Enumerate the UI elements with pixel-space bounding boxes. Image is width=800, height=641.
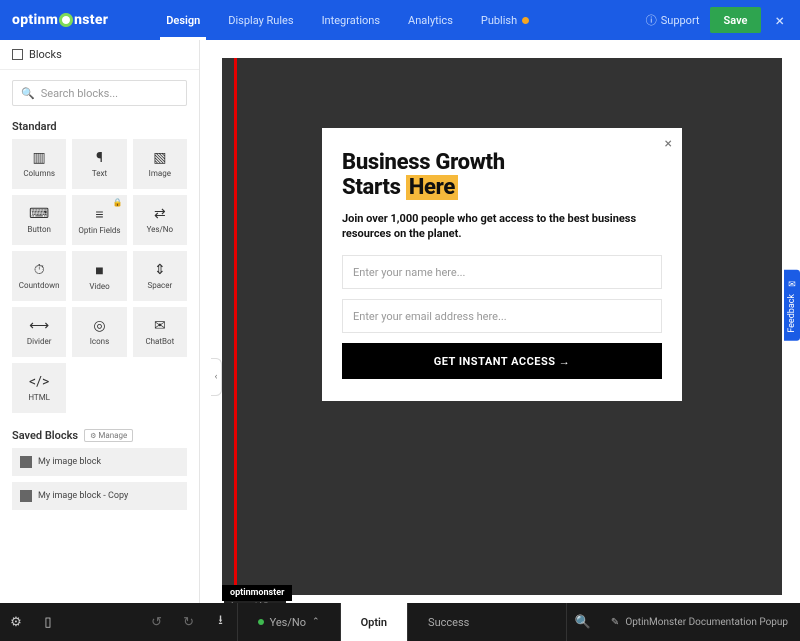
tab-display-rules[interactable]: Display Rules bbox=[214, 0, 307, 40]
campaign-name[interactable]: ✎ OptinMonster Documentation Popup bbox=[599, 617, 800, 628]
blocks-label: Blocks bbox=[29, 48, 62, 61]
block-image[interactable]: ▧Image bbox=[133, 139, 187, 189]
settings-button[interactable]: ⚙ bbox=[0, 603, 32, 641]
canvas-stage[interactable]: ‹ × Business Growth Starts Here Join ove… bbox=[222, 58, 782, 595]
import-view-button[interactable]: ⭳ bbox=[205, 603, 237, 641]
block-yesno[interactable]: ⇄Yes/No bbox=[133, 195, 187, 245]
status-dot-icon bbox=[258, 619, 264, 625]
block-video[interactable]: ■Video bbox=[72, 251, 126, 301]
saved-blocks-title: Saved Blocks ⚙ Manage bbox=[0, 421, 199, 448]
close-editor-button[interactable]: × bbox=[771, 11, 788, 30]
save-button[interactable]: Save bbox=[710, 7, 762, 33]
gear-icon: ⚙ bbox=[10, 615, 22, 630]
chevron-up-icon: ⌃ bbox=[312, 617, 320, 627]
powered-by-badge[interactable]: optinmonster bbox=[222, 585, 292, 601]
lock-icon: 🔒 bbox=[113, 198, 123, 207]
text-icon: ¶ bbox=[96, 150, 103, 166]
blocks-header: Blocks bbox=[0, 40, 199, 70]
bottom-bar: ⚙ ▯ ↺ ↻ ⭳ Yes/No ⌃ Optin Success 🔍 ✎ Opt… bbox=[0, 603, 800, 641]
icons-icon: ◎ bbox=[93, 318, 105, 334]
monster-icon bbox=[59, 13, 73, 27]
tab-integrations[interactable]: Integrations bbox=[308, 0, 394, 40]
feedback-icon: ✉ bbox=[787, 278, 797, 288]
html-icon: </> bbox=[29, 374, 49, 390]
search-placeholder: Search blocks... bbox=[41, 87, 118, 100]
name-input[interactable]: Enter your name here... bbox=[342, 255, 662, 289]
top-bar: optinmnster Design Display Rules Integra… bbox=[0, 0, 800, 40]
block-icons[interactable]: ◎Icons bbox=[72, 307, 126, 357]
collapse-sidebar-handle[interactable]: ‹ bbox=[211, 358, 222, 396]
video-icon: ■ bbox=[95, 262, 103, 279]
block-countdown[interactable]: ⏱Countdown bbox=[12, 251, 66, 301]
search-icon: 🔍 bbox=[575, 615, 591, 630]
redo-button[interactable]: ↻ bbox=[173, 603, 205, 641]
search-input[interactable]: 🔍 Search blocks... bbox=[12, 80, 187, 106]
chatbot-icon: ✉ bbox=[154, 318, 166, 334]
redo-icon: ↻ bbox=[183, 615, 194, 630]
block-divider[interactable]: ⟷Divider bbox=[12, 307, 66, 357]
thumb-icon bbox=[20, 490, 32, 502]
top-nav: Design Display Rules Integrations Analyt… bbox=[152, 0, 543, 40]
block-text[interactable]: ¶Text bbox=[72, 139, 126, 189]
import-icon: ⭳ bbox=[218, 611, 223, 633]
countdown-icon: ⏱ bbox=[34, 262, 45, 278]
popup-close-icon[interactable]: × bbox=[665, 136, 672, 152]
tab-publish[interactable]: Publish bbox=[467, 0, 543, 40]
spacer-icon: ⇕ bbox=[154, 262, 166, 278]
yesno-icon: ⇄ bbox=[154, 206, 166, 222]
block-spacer[interactable]: ⇕Spacer bbox=[133, 251, 187, 301]
tab-design[interactable]: Design bbox=[152, 0, 214, 40]
annotation-arrow: Import View bbox=[234, 58, 237, 595]
undo-icon: ↺ bbox=[151, 615, 162, 630]
tab-analytics[interactable]: Analytics bbox=[394, 0, 467, 40]
block-button[interactable]: ⌨Button bbox=[12, 195, 66, 245]
divider-icon: ⟷ bbox=[29, 318, 49, 334]
manage-saved-button[interactable]: ⚙ Manage bbox=[84, 429, 133, 442]
brand-logo: optinmnster bbox=[0, 12, 120, 28]
feedback-tab[interactable]: Feedback ✉ bbox=[784, 270, 800, 341]
image-icon: ▧ bbox=[153, 150, 166, 166]
publish-badge-icon bbox=[522, 17, 529, 24]
columns-icon: ▥ bbox=[33, 150, 46, 166]
popup-subheading[interactable]: Join over 1,000 people who get access to… bbox=[342, 211, 662, 242]
block-columns[interactable]: ▥Columns bbox=[12, 139, 66, 189]
blocks-icon bbox=[12, 49, 23, 60]
support-label: Support bbox=[661, 14, 700, 27]
view-tab-optin[interactable]: Optin bbox=[340, 603, 407, 641]
cta-button[interactable]: GET INSTANT ACCESS → bbox=[342, 343, 662, 379]
support-link[interactable]: ⓘ Support bbox=[646, 12, 700, 28]
saved-block-item[interactable]: My image block bbox=[12, 448, 187, 476]
thumb-icon bbox=[20, 456, 32, 468]
saved-block-item[interactable]: My image block - Copy bbox=[12, 482, 187, 510]
canvas: ‹ × Business Growth Starts Here Join ove… bbox=[200, 40, 800, 603]
view-tab-success[interactable]: Success bbox=[407, 603, 489, 641]
mobile-icon: ▯ bbox=[44, 615, 51, 630]
popup-heading[interactable]: Business Growth Starts Here bbox=[342, 150, 662, 201]
block-chatbot[interactable]: ✉ChatBot bbox=[133, 307, 187, 357]
email-input[interactable]: Enter your email address here... bbox=[342, 299, 662, 333]
standard-section-title: Standard bbox=[0, 112, 199, 139]
sidebar: Blocks 🔍 Search blocks... Standard ▥Colu… bbox=[0, 40, 200, 603]
search-templates-button[interactable]: 🔍 bbox=[567, 615, 599, 630]
help-icon: ⓘ bbox=[646, 12, 657, 28]
mobile-preview-button[interactable]: ▯ bbox=[32, 603, 64, 641]
block-optin-fields[interactable]: 🔒≡Optin Fields bbox=[72, 195, 126, 245]
optin-fields-icon: ≡ bbox=[95, 206, 103, 223]
button-icon: ⌨ bbox=[29, 206, 49, 222]
search-icon: 🔍 bbox=[21, 87, 35, 100]
popup-campaign[interactable]: × Business Growth Starts Here Join over … bbox=[322, 128, 682, 401]
view-tab-yesno[interactable]: Yes/No ⌃ bbox=[237, 603, 340, 641]
standard-blocks-grid: ▥Columns ¶Text ▧Image ⌨Button 🔒≡Optin Fi… bbox=[0, 139, 199, 421]
undo-button[interactable]: ↺ bbox=[141, 603, 173, 641]
pencil-icon: ✎ bbox=[611, 617, 619, 628]
block-html[interactable]: </>HTML bbox=[12, 363, 66, 413]
